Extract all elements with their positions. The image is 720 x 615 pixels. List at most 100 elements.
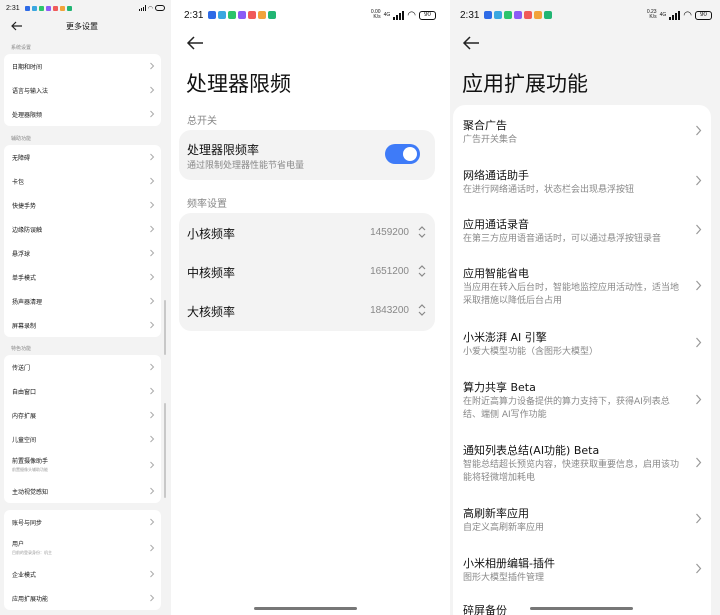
chevron-right-icon — [150, 297, 155, 305]
list-item[interactable]: 应用扩展功能 — [4, 586, 161, 610]
item-subtitle: 小爱大模型功能（含图形大模型） — [463, 347, 599, 357]
list-item[interactable]: 悬浮球 — [4, 241, 161, 265]
list-item[interactable]: 无障碍 — [4, 145, 161, 169]
list-item[interactable]: 前置摄像助手 前置摄像头辅助功能 — [4, 451, 161, 479]
freq-row-mid-core[interactable]: 中核频率 1651200 — [179, 252, 435, 291]
back-arrow-icon[interactable] — [10, 19, 24, 33]
app-notification-icon — [544, 11, 553, 19]
up-down-chevron-icon[interactable] — [417, 263, 427, 279]
up-down-chevron-icon[interactable] — [417, 224, 427, 240]
status-bar: 2:31 0.23 K/s 4G ◠ 90 — [450, 4, 720, 26]
list-item[interactable]: 账号与同步 — [4, 510, 161, 534]
list-item[interactable]: 儿童空间 — [4, 427, 161, 451]
item-label: 日期和时间 — [12, 64, 43, 71]
app-notification-icon — [494, 11, 503, 19]
section-header-frequency: 频率设置 — [187, 199, 227, 210]
app-notification-icon — [38, 5, 44, 11]
section-header-features: 特色功能 — [11, 346, 32, 352]
app-notification-icon — [228, 11, 237, 19]
list-item[interactable]: 卡包 — [4, 169, 161, 193]
chevron-right-icon — [696, 513, 702, 524]
scrollbar[interactable] — [164, 300, 166, 355]
list-item[interactable]: 单手模式 — [4, 265, 161, 289]
home-indicator[interactable] — [254, 607, 357, 610]
back-arrow-icon[interactable] — [186, 35, 204, 51]
item-label: 小米澎湃 AI 引擎 — [463, 331, 547, 344]
list-item[interactable]: 日期和时间 — [4, 54, 161, 78]
item-label: 小米相册编辑-插件 — [463, 557, 555, 570]
app-notification-icon — [45, 5, 51, 11]
chevron-right-icon — [696, 280, 702, 291]
scrollbar[interactable] — [164, 403, 166, 498]
chevron-right-icon — [150, 570, 155, 578]
chevron-right-icon — [150, 363, 155, 371]
network-type: 4G — [383, 11, 391, 18]
app-notification-icon — [534, 11, 543, 19]
chevron-right-icon — [696, 563, 702, 574]
item-label: 网络通话助手 — [463, 169, 529, 182]
freq-row-small-core[interactable]: 小核频率 1459200 — [179, 213, 435, 252]
item-subtitle: 前置摄像头辅助功能 — [12, 467, 48, 472]
item-label: 账号与同步 — [12, 520, 43, 527]
list-item[interactable]: 企业模式 — [4, 562, 161, 586]
chevron-right-icon — [150, 225, 155, 233]
list-item[interactable]: 扬声器清理 — [4, 289, 161, 313]
chevron-right-icon — [150, 177, 155, 185]
item-subtitle: 目前的登录身份：机主 — [12, 550, 52, 555]
section-header-accessibility: 辅助功能 — [11, 136, 32, 142]
item-label: 自由窗口 — [12, 389, 37, 396]
wifi-icon: ◠ — [147, 4, 153, 12]
chevron-right-icon — [150, 321, 155, 329]
back-arrow-icon[interactable] — [462, 35, 480, 51]
freq-row-big-core[interactable]: 大核频率 1843200 — [179, 291, 435, 330]
app-notification-icon — [524, 11, 533, 19]
page-title: 应用扩展功能 — [462, 72, 588, 96]
item-label: 高刷新率应用 — [463, 507, 529, 520]
cpu-limit-toggle[interactable] — [385, 144, 420, 164]
chevron-right-icon — [150, 62, 155, 70]
list-item[interactable]: 传送门 — [4, 355, 161, 379]
freq-value: 1843200 — [370, 305, 409, 316]
item-subtitle: 在第三方应用语音通话时，可以通过悬浮按钮录音 — [463, 234, 662, 244]
item-label: 扬声器清理 — [12, 299, 43, 306]
chevron-right-icon — [150, 461, 155, 469]
app-notification-icon — [258, 11, 267, 19]
list-item[interactable]: 边缘防误触 — [4, 217, 161, 241]
item-label: 传送门 — [12, 365, 31, 372]
wifi-icon: ◠ — [407, 9, 416, 21]
list-item[interactable]: 屏幕录制 — [4, 313, 161, 337]
item-label: 应用智能省电 — [463, 267, 529, 280]
list-item[interactable]: 内存扩展 — [4, 403, 161, 427]
app-notification-icon — [514, 11, 523, 19]
list-item[interactable]: 处理器限频 — [4, 102, 161, 126]
freq-label: 中核频率 — [187, 266, 236, 280]
app-notification-icon — [59, 5, 65, 11]
item-label: 儿童空间 — [12, 437, 37, 444]
item-label: 前置摄像助手 — [12, 458, 49, 465]
item-subtitle: 广告开关集合 — [463, 135, 518, 145]
app-notification-icon — [66, 5, 72, 11]
item-label: 悬浮球 — [12, 251, 31, 258]
chevron-right-icon — [150, 273, 155, 281]
item-subtitle: 自定义高刷新率应用 — [463, 523, 545, 533]
system-settings-card: 日期和时间 语言与输入法 处理器限频 — [4, 54, 161, 126]
list-item[interactable]: 语言与输入法 — [4, 78, 161, 102]
item-subtitle: 智能总结超长预览内容，快速获取重要信息，启用该功能将轻微增加耗电 — [463, 460, 680, 483]
list-item[interactable]: 用户 目前的登录身份：机主 — [4, 534, 161, 562]
section-header-system: 系统设置 — [11, 45, 32, 51]
extensions-card: 聚合广告 广告开关集合 网络通话助手 在进行网络通话时，状态栏会出现悬浮按钮 应… — [453, 105, 711, 615]
frequency-card: 小核频率 1459200 中核频率 1651200 大核频率 1843200 — [179, 213, 435, 331]
home-indicator[interactable] — [530, 607, 633, 610]
notification-icons — [24, 5, 72, 11]
list-item[interactable]: 自由窗口 — [4, 379, 161, 403]
up-down-chevron-icon[interactable] — [417, 302, 427, 318]
net-speed-unit: K/s — [373, 14, 381, 20]
list-item[interactable]: 主动视觉感知 — [4, 479, 161, 503]
network-speed: 0.00 K/s — [371, 10, 381, 20]
list-item[interactable]: 快捷手势 — [4, 193, 161, 217]
header: 更多设置 — [0, 16, 171, 36]
chevron-right-icon — [150, 487, 155, 495]
app-notification-icon — [504, 11, 513, 19]
page-title: 更多设置 — [66, 22, 98, 31]
item-subtitle: 在进行网络通话时，状态栏会出现悬浮按钮 — [463, 185, 635, 195]
